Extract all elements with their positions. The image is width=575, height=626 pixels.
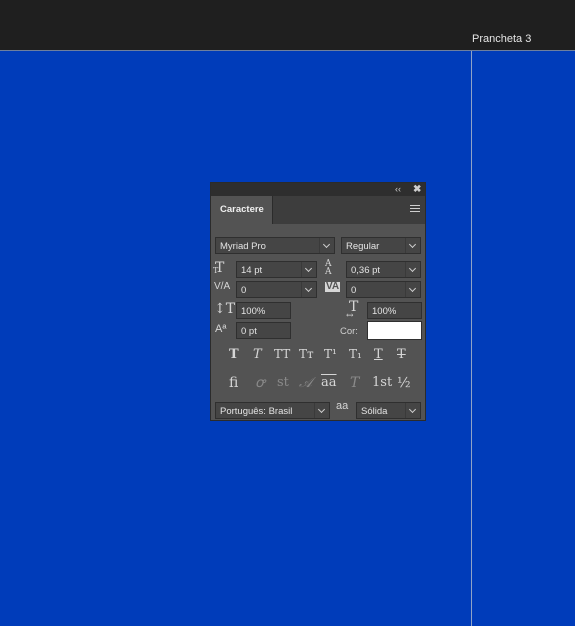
tracking-icon: VA	[325, 281, 341, 292]
chevron-down-icon	[405, 403, 419, 418]
titling-alternates-icon[interactable]: aa	[321, 376, 337, 389]
panel-titlebar[interactable]: ‹‹ ✖	[211, 183, 425, 196]
all-caps-icon[interactable]: TT	[274, 348, 290, 360]
font-style-select[interactable]: Regular	[341, 237, 421, 254]
artboard-divider	[471, 51, 472, 626]
panel-tabbar: Caractere	[211, 196, 425, 224]
baseline-shift-value: 0 pt	[241, 326, 257, 337]
horizontal-scale-value: 100%	[372, 306, 397, 317]
discretionary-ligatures-icon[interactable]: ꝍ	[255, 376, 264, 390]
kerning-select[interactable]: 0	[236, 281, 317, 298]
baseline-shift-field[interactable]: 0 pt	[236, 322, 291, 339]
antialias-icon: aa	[336, 400, 349, 412]
panel-menu-icon[interactable]	[410, 205, 420, 214]
font-family-value: Myriad Pro	[220, 241, 266, 252]
font-family-select[interactable]: Myriad Pro	[215, 237, 335, 254]
small-caps-icon[interactable]: Tт	[299, 348, 314, 360]
stylistic-alternates-icon[interactable]: 𝒜	[299, 376, 312, 390]
color-label: Cor:	[340, 326, 358, 337]
swash-icon[interactable]: st	[277, 376, 289, 389]
faux-bold-icon[interactable]: T	[229, 348, 239, 361]
superscript-icon[interactable]: T¹	[324, 348, 337, 360]
baseline-shift-icon: Aª	[215, 323, 227, 335]
chevron-down-icon	[405, 282, 419, 297]
chevron-down-icon	[314, 403, 328, 418]
antialias-value: Sólida	[361, 406, 388, 417]
leading-select[interactable]: 0,36 pt	[346, 261, 421, 278]
leading-icon: AA	[325, 259, 332, 277]
tab-label: Caractere	[220, 204, 264, 215]
kerning-icon: V/A	[214, 281, 231, 292]
font-size-icon-small: T	[213, 266, 219, 275]
close-icon[interactable]: ✖	[413, 183, 421, 196]
subscript-icon[interactable]: T₁	[349, 348, 362, 360]
underline-icon[interactable]: T	[374, 348, 383, 361]
language-select[interactable]: Português: Brasil	[215, 402, 330, 419]
font-size-value: 14 pt	[241, 265, 263, 276]
chevron-down-icon	[301, 262, 315, 277]
strikethrough-icon[interactable]: T	[397, 348, 406, 361]
top-bar: Prancheta 3	[0, 0, 575, 51]
chevron-down-icon	[405, 262, 419, 277]
tracking-value: 0	[351, 285, 357, 296]
horizontal-scale-field[interactable]: 100%	[367, 302, 422, 319]
font-style-value: Regular	[346, 241, 380, 252]
chevron-down-icon	[319, 238, 333, 253]
language-value: Português: Brasil	[220, 406, 293, 417]
ordinal-st-icon[interactable]: 1st	[372, 376, 392, 389]
color-swatch[interactable]	[367, 321, 422, 340]
tracking-select[interactable]: 0	[346, 281, 421, 298]
vertical-scale-icon: ↕T	[214, 301, 236, 317]
font-size-select[interactable]: 14 pt	[236, 261, 317, 278]
chevron-down-icon	[405, 238, 419, 253]
faux-italic-icon[interactable]: T	[253, 348, 262, 361]
ordinals-icon[interactable]: T	[350, 376, 359, 390]
antialias-select[interactable]: Sólida	[356, 402, 421, 419]
character-panel: ‹‹ ✖ Caractere Myriad Pro Regular T T 14…	[210, 182, 426, 421]
kerning-value: 0	[241, 285, 247, 296]
leading-value: 0,36 pt	[351, 265, 381, 276]
fractions-icon[interactable]: ½	[397, 376, 411, 390]
tab-character[interactable]: Caractere	[211, 196, 273, 224]
ligatures-icon[interactable]: fi	[229, 376, 238, 390]
horizontal-scale-arrow: ↔	[346, 311, 354, 321]
vertical-scale-field[interactable]: 100%	[236, 302, 291, 319]
chevron-down-icon	[301, 282, 315, 297]
collapse-icon[interactable]: ‹‹	[395, 183, 401, 196]
vertical-scale-value: 100%	[241, 306, 266, 317]
artboard-label[interactable]: Prancheta 3	[472, 33, 531, 45]
